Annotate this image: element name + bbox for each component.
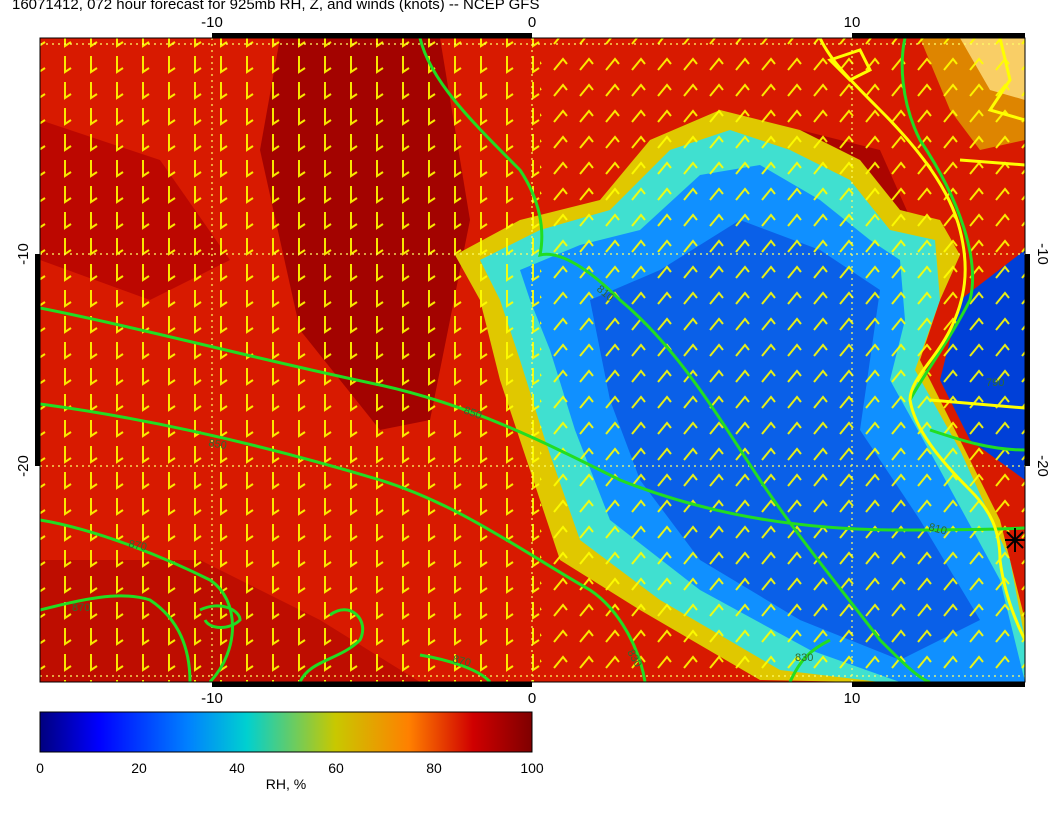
colorbar-tick: 80: [426, 760, 442, 776]
contour-label: 830: [795, 652, 813, 664]
bottom-lon-tick: 0: [528, 690, 536, 707]
colorbar-tick: 60: [328, 760, 344, 776]
station-marker: [1005, 528, 1025, 552]
colorbar-tick: 100: [520, 760, 544, 776]
top-lon-tick: 10: [844, 14, 861, 31]
contour-label: 790: [986, 377, 1004, 389]
right-lat-tick: -20: [1034, 455, 1051, 477]
bottom-lon-tick: -10: [201, 690, 223, 707]
colorbar-label: RH, %: [266, 776, 306, 792]
left-lat-tick: -10: [15, 243, 32, 265]
top-lon-tick: 0: [528, 14, 536, 31]
left-lat-tick: -20: [15, 455, 32, 477]
forecast-map: 810 850 850 870 870 870 830 830 810 790 …: [15, 14, 1051, 792]
colorbar-tick: 20: [131, 760, 147, 776]
colorbar-tick: 40: [229, 760, 245, 776]
contour-label: 870: [72, 602, 90, 614]
colorbar-tick: 0: [36, 760, 44, 776]
right-lat-tick: -10: [1034, 243, 1051, 265]
bottom-lon-tick: 10: [844, 690, 861, 707]
top-lon-tick: -10: [201, 14, 223, 31]
colorbar: 0 20 40 60 80 100 RH, %: [36, 711, 544, 792]
colorbar-gradient: [39, 711, 533, 753]
